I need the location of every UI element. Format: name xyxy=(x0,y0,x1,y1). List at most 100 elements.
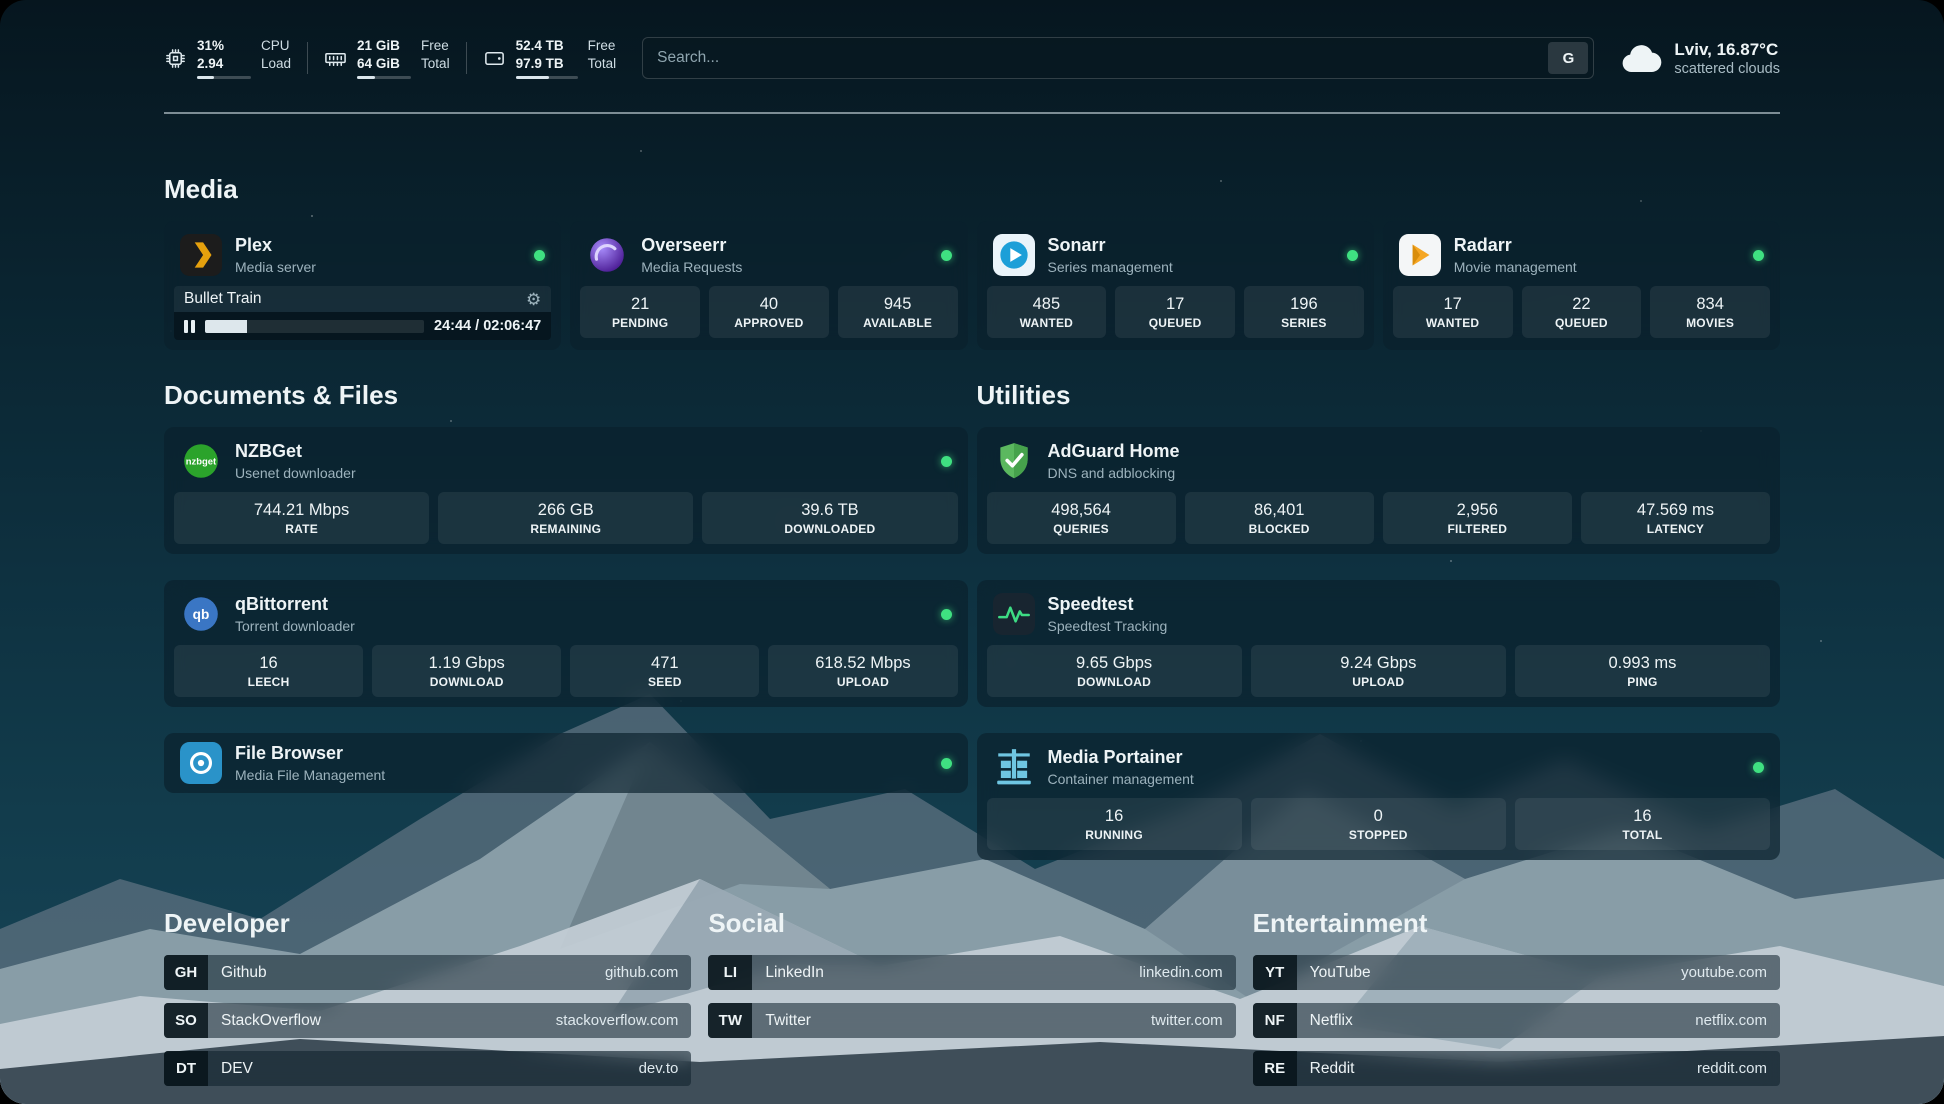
stat-queued: 17QUEUED xyxy=(1115,286,1235,338)
bookmark-url: dev.to xyxy=(639,1060,692,1077)
weather-location: Lviv, 16.87°C xyxy=(1674,40,1780,60)
bookmark-abbr: RE xyxy=(1253,1051,1297,1086)
weather-widget: Lviv, 16.87°C scattered clouds xyxy=(1620,40,1780,77)
stat-series: 196SERIES xyxy=(1244,286,1364,338)
bookmarks-grid: Developer GH Github github.com SO StackO… xyxy=(164,908,1780,1099)
bookmark-name: Reddit xyxy=(1297,1060,1355,1078)
bookmark-twitter[interactable]: TW Twitter twitter.com xyxy=(708,1003,1235,1038)
app-subtitle: Usenet downloader xyxy=(235,465,356,481)
bookmark-abbr: LI xyxy=(708,955,752,990)
bookmark-github[interactable]: GH Github github.com xyxy=(164,955,691,990)
bookmark-url: netflix.com xyxy=(1695,1012,1780,1029)
cpu-bar xyxy=(197,76,251,79)
qbittorrent-card[interactable]: qb qBittorrent Torrent downloader 16LEEC… xyxy=(164,580,968,707)
radarr-card[interactable]: Radarr Movie management 17WANTED 22QUEUE… xyxy=(1383,221,1780,350)
speedtest-icon xyxy=(993,593,1035,635)
cloud-icon xyxy=(1620,42,1662,74)
svg-text:nzbget: nzbget xyxy=(186,457,217,468)
stat-wanted: 485WANTED xyxy=(987,286,1107,338)
media-grid: Plex Media server Bullet Train ⚙︎ 24:44 … xyxy=(164,221,1780,350)
metric-divider xyxy=(307,42,308,74)
social-column: Social LI LinkedIn linkedin.com TW Twitt… xyxy=(708,908,1235,1099)
stat-queries: 498,564QUERIES xyxy=(987,492,1176,544)
stat-queued: 22QUEUED xyxy=(1522,286,1642,338)
playback-time: 24:44 / 02:06:47 xyxy=(434,318,541,334)
bookmark-abbr: GH xyxy=(164,955,208,990)
overseerr-card[interactable]: Overseerr Media Requests 21PENDING 40APP… xyxy=(570,221,967,350)
filebrowser-card[interactable]: File Browser Media File Management xyxy=(164,733,968,793)
overseerr-icon xyxy=(586,234,628,276)
nzbget-card[interactable]: nzbget NZBGet Usenet downloader 744.21 M… xyxy=(164,427,968,554)
ram-icon xyxy=(324,47,347,70)
disk-icon xyxy=(483,47,506,70)
disk-bar xyxy=(516,76,578,79)
app-name: AdGuard Home xyxy=(1048,441,1180,463)
ram-metric: 21 GiB 64 GiB Free Total xyxy=(324,37,450,79)
search-bar[interactable]: G xyxy=(642,37,1594,79)
cpu-label-bottom: Load xyxy=(261,55,291,73)
portainer-icon xyxy=(993,746,1035,788)
disk-metric: 52.4 TB 97.9 TB Free Total xyxy=(483,37,617,79)
pause-button[interactable] xyxy=(184,320,195,333)
entertainment-column: Entertainment YT YouTube youtube.com NF … xyxy=(1253,908,1780,1099)
cpu-load: 2.94 xyxy=(197,55,251,73)
player-row: 24:44 / 02:06:47 xyxy=(174,312,551,340)
radarr-icon xyxy=(1399,234,1441,276)
status-indicator xyxy=(941,758,952,769)
metric-divider xyxy=(466,42,467,74)
status-indicator xyxy=(534,250,545,261)
nzbget-icon: nzbget xyxy=(180,440,222,482)
stat-running: 16RUNNING xyxy=(987,798,1242,850)
ram-label-bottom: Total xyxy=(421,55,450,73)
app-name: File Browser xyxy=(235,743,385,765)
bookmark-abbr: SO xyxy=(164,1003,208,1038)
app-subtitle: Torrent downloader xyxy=(235,618,355,634)
adguard-card[interactable]: AdGuard Home DNS and adblocking 498,564Q… xyxy=(977,427,1781,554)
cpu-percent: 31% xyxy=(197,37,251,55)
plex-card[interactable]: Plex Media server Bullet Train ⚙︎ 24:44 … xyxy=(164,221,561,350)
bookmark-netflix[interactable]: NF Netflix netflix.com xyxy=(1253,1003,1780,1038)
search-engine-button[interactable]: G xyxy=(1548,42,1588,74)
bookmark-reddit[interactable]: RE Reddit reddit.com xyxy=(1253,1051,1780,1086)
bookmark-name: Github xyxy=(208,964,267,982)
stat-upload: 618.52 MbpsUPLOAD xyxy=(768,645,957,697)
app-subtitle: Series management xyxy=(1048,259,1173,275)
cpu-metric: 31% 2.94 CPU Load xyxy=(164,37,291,79)
stat-total: 16TOTAL xyxy=(1515,798,1770,850)
search-input[interactable] xyxy=(657,49,1548,67)
gear-icon[interactable]: ⚙︎ xyxy=(526,291,541,308)
playback-progress-bar[interactable] xyxy=(205,320,425,333)
bookmark-linkedin[interactable]: LI LinkedIn linkedin.com xyxy=(708,955,1235,990)
status-indicator xyxy=(941,609,952,620)
bookmark-youtube[interactable]: YT YouTube youtube.com xyxy=(1253,955,1780,990)
portainer-card[interactable]: Media Portainer Container management 16R… xyxy=(977,733,1781,860)
bookmark-name: LinkedIn xyxy=(752,964,824,982)
bookmark-abbr: TW xyxy=(708,1003,752,1038)
ram-total: 64 GiB xyxy=(357,55,411,73)
app-subtitle: Speedtest Tracking xyxy=(1048,618,1168,634)
disk-total: 97.9 TB xyxy=(516,55,578,73)
stat-rate: 744.21 MbpsRATE xyxy=(174,492,429,544)
stat-download: 9.65 GbpsDOWNLOAD xyxy=(987,645,1242,697)
bookmark-stackoverflow[interactable]: SO StackOverflow stackoverflow.com xyxy=(164,1003,691,1038)
stat-available: 945AVAILABLE xyxy=(838,286,958,338)
app-name: Radarr xyxy=(1454,235,1577,257)
stat-download: 1.19 GbpsDOWNLOAD xyxy=(372,645,561,697)
status-indicator xyxy=(1753,762,1764,773)
bookmark-dev[interactable]: DT DEV dev.to xyxy=(164,1051,691,1086)
now-playing-title: Bullet Train xyxy=(184,290,262,308)
app-subtitle: Movie management xyxy=(1454,259,1577,275)
sonarr-icon xyxy=(993,234,1035,276)
sonarr-card[interactable]: Sonarr Series management 485WANTED 17QUE… xyxy=(977,221,1374,350)
ram-free: 21 GiB xyxy=(357,37,411,55)
stat-approved: 40APPROVED xyxy=(709,286,829,338)
bookmark-abbr: NF xyxy=(1253,1003,1297,1038)
bookmark-url: youtube.com xyxy=(1681,964,1780,981)
speedtest-card[interactable]: Speedtest Speedtest Tracking 9.65 GbpsDO… xyxy=(977,580,1781,707)
bookmark-name: StackOverflow xyxy=(208,1012,321,1030)
svg-text:qb: qb xyxy=(193,607,210,622)
stat-latency: 47.569 msLATENCY xyxy=(1581,492,1770,544)
stat-downloaded: 39.6 TBDOWNLOADED xyxy=(702,492,957,544)
cpu-icon xyxy=(164,47,187,70)
app-name: Media Portainer xyxy=(1048,747,1194,769)
